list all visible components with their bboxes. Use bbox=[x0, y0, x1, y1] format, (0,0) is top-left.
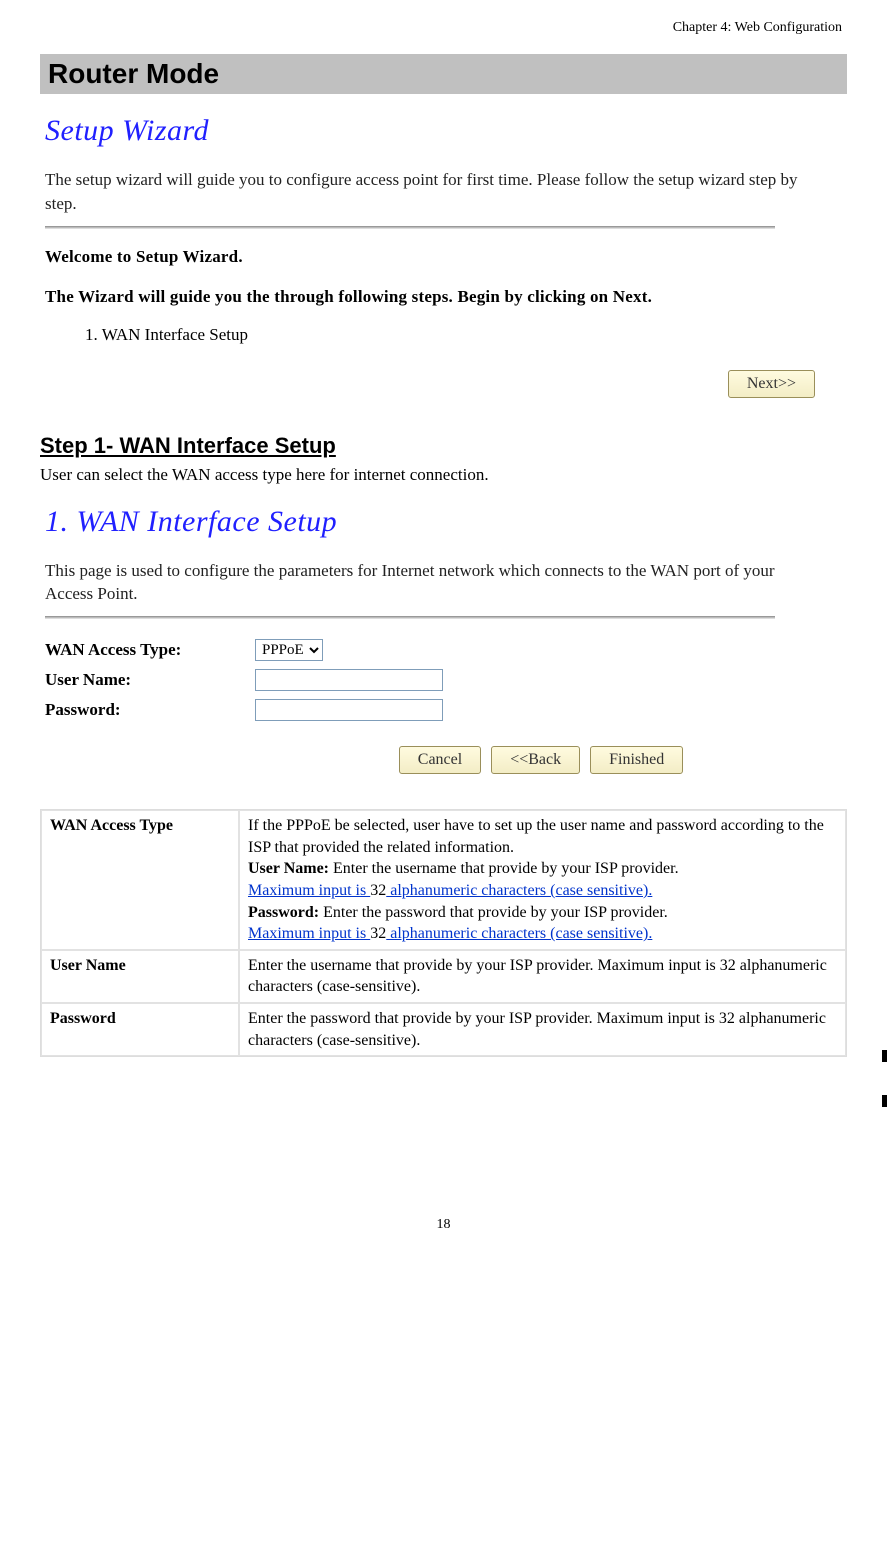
table-key: User Name bbox=[41, 950, 239, 1003]
page-edge-mark bbox=[882, 1050, 887, 1062]
username-input[interactable] bbox=[255, 669, 443, 691]
text: Enter the username that provide by your … bbox=[329, 860, 679, 877]
chapter-label: Chapter 4: Web Configuration bbox=[40, 20, 847, 36]
text: Enter the password that provide by your … bbox=[319, 904, 668, 921]
link-text: Maximum input is bbox=[248, 882, 370, 899]
back-button[interactable]: <<Back bbox=[491, 746, 580, 774]
table-key: Password bbox=[41, 1003, 239, 1056]
setup-wizard-intro: The setup wizard will guide you to confi… bbox=[45, 168, 815, 216]
setup-wizard-heading: Setup Wizard bbox=[45, 114, 847, 148]
page-number: 18 bbox=[40, 1217, 847, 1233]
table-row: WAN Access Type If the PPPoE be selected… bbox=[41, 810, 846, 950]
wan-access-type-select[interactable]: PPPoE bbox=[255, 639, 323, 661]
link-text: alphanumeric characters (case sensitive)… bbox=[386, 925, 652, 942]
password-label: Password: bbox=[45, 700, 255, 720]
wan-interface-screenshot: 1. WAN Interface Setup This page is used… bbox=[45, 495, 847, 785]
description-table: WAN Access Type If the PPPoE be selected… bbox=[40, 809, 847, 1057]
wan-interface-heading: 1. WAN Interface Setup bbox=[45, 505, 847, 539]
step1-intro: User can select the WAN access type here… bbox=[40, 465, 847, 485]
table-row: Password Enter the password that provide… bbox=[41, 1003, 846, 1056]
password-input[interactable] bbox=[255, 699, 443, 721]
username-label: User Name: bbox=[45, 670, 255, 690]
table-key: WAN Access Type bbox=[41, 810, 239, 950]
table-row: User Name Enter the username that provid… bbox=[41, 950, 846, 1003]
table-value: If the PPPoE be selected, user have to s… bbox=[239, 810, 846, 950]
cancel-button[interactable]: Cancel bbox=[399, 746, 481, 774]
table-value: Enter the password that provide by your … bbox=[239, 1003, 846, 1056]
next-button[interactable]: Next>> bbox=[728, 370, 815, 398]
section-title: Router Mode bbox=[40, 54, 847, 94]
text: If the PPPoE be selected, user have to s… bbox=[248, 817, 824, 856]
link-text: alphanumeric characters (case sensitive)… bbox=[386, 882, 652, 899]
wizard-step-list-item: 1. WAN Interface Setup bbox=[85, 325, 847, 345]
password-bold: Password: bbox=[248, 904, 319, 921]
finished-button[interactable]: Finished bbox=[590, 746, 683, 774]
text: 32 bbox=[370, 882, 386, 899]
page-edge-mark bbox=[882, 1095, 887, 1107]
wan-interface-intro: This page is used to configure the param… bbox=[45, 559, 815, 607]
setup-wizard-guide: The Wizard will guide you the through fo… bbox=[45, 287, 847, 307]
divider bbox=[45, 226, 775, 229]
text: 32 bbox=[370, 925, 386, 942]
setup-wizard-screenshot: Setup Wizard The setup wizard will guide… bbox=[45, 104, 847, 408]
link-text: Maximum input is bbox=[248, 925, 370, 942]
username-bold: User Name: bbox=[248, 860, 329, 877]
wan-access-type-label: WAN Access Type: bbox=[45, 640, 255, 660]
divider bbox=[45, 616, 775, 619]
table-value: Enter the username that provide by your … bbox=[239, 950, 846, 1003]
step1-heading: Step 1- WAN Interface Setup bbox=[40, 433, 847, 459]
setup-wizard-welcome: Welcome to Setup Wizard. bbox=[45, 247, 847, 267]
